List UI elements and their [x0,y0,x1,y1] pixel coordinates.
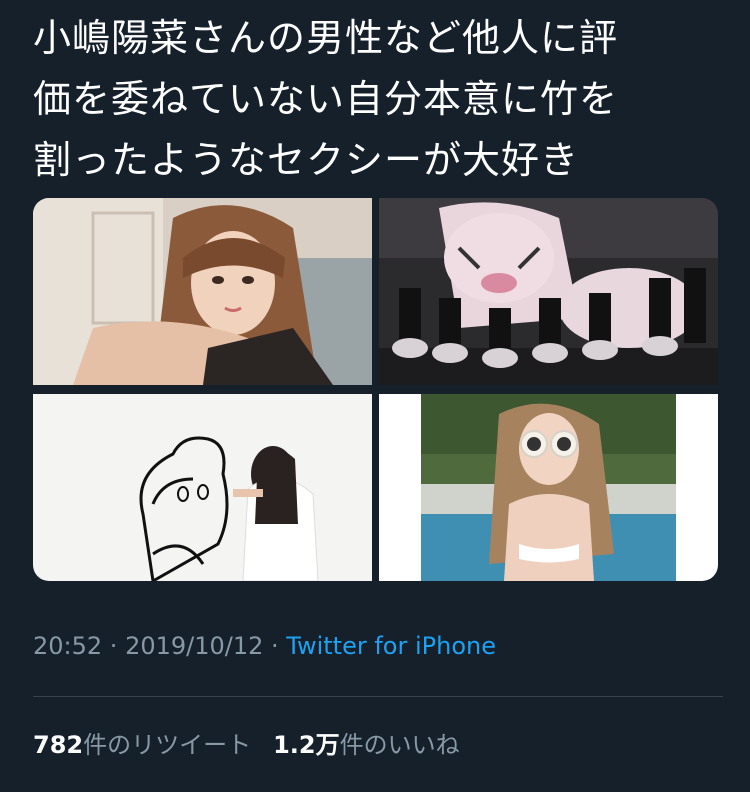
photo-portrait[interactable] [33,198,372,385]
tweet-text: 小嶋陽菜さんの男性など他人に評 価を委ねていない自分本意に竹を 割ったようなセク… [33,8,723,191]
tweet-text-line-1: 小嶋陽菜さんの男性など他人に評 [33,16,619,60]
meta-separator-2: · [263,632,287,660]
tweet-source-link[interactable]: Twitter for iPhone [286,632,496,660]
tweet-stats: 782件のリツイート 1.2万件のいいね [33,725,460,760]
divider [33,696,723,697]
retweet-stat[interactable]: 782件のリツイート [33,731,251,759]
like-stat[interactable]: 1.2万件のいいね [273,731,460,759]
photo-stage-performance[interactable] [379,198,718,385]
like-label: 件のいいね [339,731,460,759]
meta-separator-1: · [102,632,126,660]
tweet-text-line-3: 割ったようなセクシーが大好き [33,138,580,182]
like-count: 1.2万 [273,731,340,759]
photo-drawing-wall[interactable] [33,394,372,581]
photo-portrait-image [33,198,372,385]
photo-poolside-image [379,394,718,581]
photo-stage-image [379,198,718,385]
tweet-meta: 20:52 · 2019/10/12 · Twitter for iPhone [33,632,496,660]
retweet-label: 件のリツイート [83,731,252,759]
media-grid [33,198,718,581]
photo-poolside-sunglasses[interactable] [379,394,718,581]
photo-drawing-image [33,394,372,581]
tweet-date: 2019/10/12 [125,632,264,660]
tweet-text-line-2: 価を委ねていない自分本意に竹を [33,77,619,121]
tweet-time: 20:52 [33,632,103,660]
retweet-count: 782 [33,731,84,759]
